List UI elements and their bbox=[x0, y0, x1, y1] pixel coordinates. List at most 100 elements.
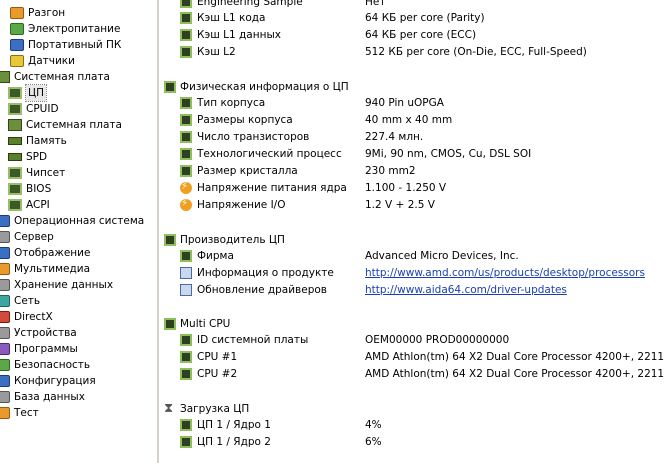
chip-icon bbox=[180, 419, 192, 431]
detail-row[interactable]: ЦП 1 / Ядро 2 6% bbox=[160, 434, 666, 450]
chip-icon bbox=[180, 334, 192, 346]
chip-icon bbox=[180, 148, 192, 160]
detail-row[interactable]: Фирма Advanced Micro Devices, Inc. bbox=[160, 248, 666, 264]
chipset-icon bbox=[8, 167, 22, 179]
multimedia-icon bbox=[0, 263, 10, 275]
network-icon bbox=[0, 295, 10, 307]
tree-item-security[interactable]: Безопасность bbox=[0, 357, 90, 373]
section-manufacturer-header: Производитель ЦП bbox=[164, 232, 285, 248]
detail-row[interactable]: Кэш L2 512 КБ per core (On-Die, ECC, Full… bbox=[160, 44, 666, 60]
navigation-tree: Разгон Электропитание Портативный ПК Дат… bbox=[0, 0, 156, 463]
tree-item-server[interactable]: Сервер bbox=[0, 229, 54, 245]
chip-icon bbox=[180, 131, 192, 143]
config-icon bbox=[0, 375, 10, 387]
chip-icon bbox=[180, 114, 192, 126]
devices-icon bbox=[0, 327, 10, 339]
section-physical-header: Физическая информация о ЦП bbox=[164, 79, 349, 95]
tree-item-chipset[interactable]: Чипсет bbox=[8, 165, 65, 181]
directx-icon bbox=[0, 311, 10, 323]
detail-row[interactable]: Тип корпуса 940 Pin uOPGA bbox=[160, 95, 666, 111]
chip-icon bbox=[180, 250, 192, 262]
detail-row[interactable]: Кэш L1 кода 64 КБ per core (Parity) bbox=[160, 10, 666, 26]
tree-item-network[interactable]: Сеть bbox=[0, 293, 40, 309]
detail-row[interactable]: Технологический процесс 9Mi, 90 nm, CMOS,… bbox=[160, 146, 666, 162]
driver-update-link[interactable]: http://www.aida64.com/driver-updates bbox=[365, 282, 567, 298]
database-icon bbox=[0, 391, 10, 403]
section-multicpu-header: Multi CPU bbox=[164, 316, 230, 332]
tree-item-motherboard-group[interactable]: Системная плата bbox=[0, 69, 110, 85]
chip-icon bbox=[164, 318, 176, 330]
chip-icon bbox=[180, 165, 192, 177]
tree-item-storage[interactable]: Хранение данных bbox=[0, 277, 113, 293]
security-icon bbox=[0, 359, 10, 371]
bios-icon bbox=[8, 183, 22, 195]
detail-row[interactable]: CPU #1 AMD Athlon(tm) 64 X2 Dual Core Pro… bbox=[160, 349, 666, 365]
tree-item-acpi[interactable]: ACPI bbox=[8, 197, 50, 213]
tree-item-devices[interactable]: Устройства bbox=[0, 325, 77, 341]
chip-icon bbox=[180, 29, 192, 41]
tree-item-cpu[interactable]: ЦП bbox=[8, 84, 48, 102]
detail-row[interactable]: CPU #2 AMD Athlon(tm) 64 X2 Dual Core Pro… bbox=[160, 366, 666, 382]
product-info-link[interactable]: http://www.amd.com/us/products/desktop/p… bbox=[365, 265, 645, 281]
tree-item-database[interactable]: База данных bbox=[0, 389, 85, 405]
chip-icon bbox=[180, 46, 192, 58]
tree-item-overclock[interactable]: Разгон bbox=[10, 5, 65, 21]
tree-item-motherboard[interactable]: Системная плата bbox=[8, 117, 122, 133]
overclock-icon bbox=[10, 7, 24, 19]
tree-item-memory[interactable]: Память bbox=[8, 133, 67, 149]
hourglass-icon: ⧗ bbox=[164, 401, 174, 416]
tree-item-spd[interactable]: SPD bbox=[8, 149, 47, 165]
display-icon bbox=[0, 247, 10, 259]
tree-item-sensors[interactable]: Датчики bbox=[10, 53, 75, 69]
tree-item-multimedia[interactable]: Мультимедиа bbox=[0, 261, 90, 277]
tree-item-power[interactable]: Электропитание bbox=[10, 21, 120, 37]
product-info-icon bbox=[180, 267, 192, 279]
programs-icon bbox=[0, 343, 10, 355]
tree-item-os[interactable]: Операционная система bbox=[0, 213, 144, 229]
detail-row[interactable]: ID системной платы OEM00000 PROD00000000 bbox=[160, 332, 666, 348]
detail-row[interactable]: Обновление драйверов http://www.aida64.co… bbox=[160, 282, 666, 298]
chip-icon bbox=[180, 0, 192, 8]
detail-row[interactable]: Информация о продукте http://www.amd.com/… bbox=[160, 265, 666, 281]
voltage-icon bbox=[180, 196, 192, 212]
details-pane: Engineering Sample Нет Кэш L1 кода 64 КБ p… bbox=[160, 0, 666, 463]
detail-row[interactable]: Кэш L1 данных 64 КБ per core (ECC) bbox=[160, 27, 666, 43]
detail-row[interactable]: ЦП 1 / Ядро 1 4% bbox=[160, 417, 666, 433]
memory-icon bbox=[8, 137, 22, 145]
chip-icon bbox=[180, 436, 192, 448]
storage-icon bbox=[0, 279, 10, 291]
acpi-icon bbox=[8, 199, 22, 211]
laptop-icon bbox=[10, 39, 24, 51]
tree-item-laptop[interactable]: Портативный ПК bbox=[10, 37, 121, 53]
cpu-icon bbox=[8, 87, 22, 99]
chip-icon bbox=[180, 97, 192, 109]
tree-item-display[interactable]: Отображение bbox=[0, 245, 90, 261]
chip-icon bbox=[180, 12, 192, 24]
detail-row[interactable]: Engineering Sample Нет bbox=[160, 0, 666, 10]
tree-item-benchmark[interactable]: Тест bbox=[0, 405, 39, 421]
tree-item-config[interactable]: Конфигурация bbox=[0, 373, 96, 389]
pane-splitter[interactable] bbox=[156, 0, 159, 463]
chip-icon bbox=[180, 368, 192, 380]
section-load-header: ⧗ Загрузка ЦП bbox=[164, 401, 250, 416]
tree-item-bios[interactable]: BIOS bbox=[8, 181, 51, 197]
voltage-icon bbox=[180, 179, 192, 195]
benchmark-icon bbox=[0, 407, 10, 419]
tree-item-programs[interactable]: Программы bbox=[0, 341, 78, 357]
detail-row[interactable]: Размеры корпуса 40 mm x 40 mm bbox=[160, 112, 666, 128]
sensor-icon bbox=[10, 55, 24, 67]
tree-item-cpuid[interactable]: CPUID bbox=[8, 101, 59, 117]
tree-item-directx[interactable]: DirectX bbox=[0, 309, 53, 325]
chip-icon bbox=[164, 234, 176, 246]
detail-row[interactable]: Число транзисторов 227.4 млн. bbox=[160, 129, 666, 145]
chip-icon bbox=[180, 351, 192, 363]
server-icon bbox=[0, 231, 10, 243]
spd-icon bbox=[8, 153, 22, 161]
motherboard-icon bbox=[0, 71, 10, 83]
os-icon bbox=[0, 215, 10, 227]
detail-row[interactable]: Напряжение питания ядра1.100 - 1.250 V bbox=[160, 179, 666, 196]
motherboard-icon bbox=[8, 119, 22, 131]
cpuid-icon bbox=[8, 103, 22, 115]
detail-row[interactable]: Напряжение I/O1.2 V + 2.5 V bbox=[160, 196, 666, 213]
detail-row[interactable]: Размер кристалла 230 mm2 bbox=[160, 163, 666, 179]
